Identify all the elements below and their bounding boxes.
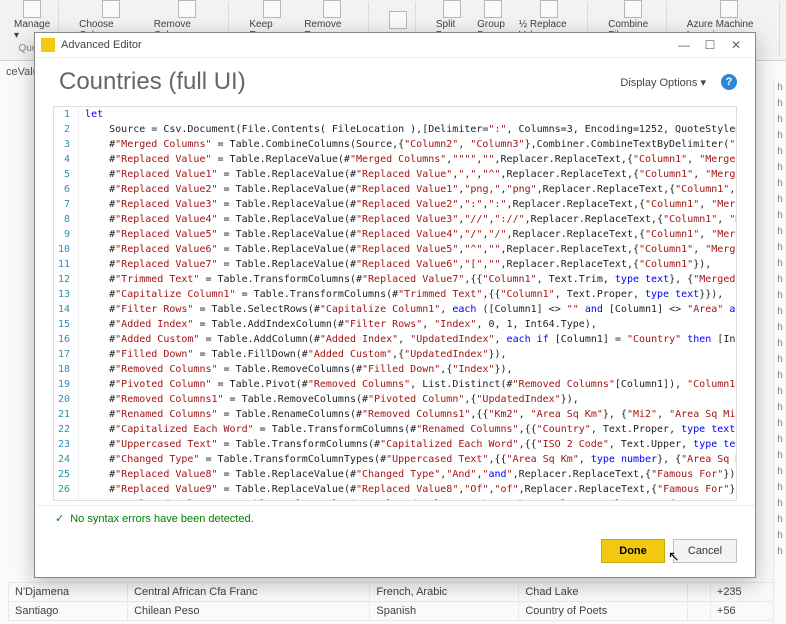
dialog-footer: Done Cancel [35,531,755,577]
code-line[interactable]: #"Replaced Value5" = Table.ReplaceValue(… [79,227,737,242]
code-line[interactable]: #"Replaced Value1" = Table.ReplaceValue(… [79,167,737,182]
code-line[interactable]: #"Capitalized Each Word" = Table.Transfo… [79,422,737,437]
code-line[interactable]: #"Removed Columns" = Table.RemoveColumns… [79,362,737,377]
line-number: 3 [54,137,79,152]
line-number: 23 [54,437,79,452]
line-number: 10 [54,242,79,257]
line-number: 24 [54,452,79,467]
code-line[interactable]: #"Trimmed Text" = Table.TransformColumns… [79,272,737,287]
line-number: 8 [54,212,79,227]
code-line[interactable]: #"Added Index" = Table.AddIndexColumn(#"… [79,317,737,332]
code-line[interactable]: #"Replaced Value7" = Table.ReplaceValue(… [79,257,737,272]
line-number: 11 [54,257,79,272]
line-number: 25 [54,467,79,482]
code-line[interactable]: #"Replaced Value3" = Table.ReplaceValue(… [79,197,737,212]
dialog-header: Countries (full UI) Display Options ▾ ? [35,58,755,102]
code-line[interactable]: #"Pivoted Column" = Table.Pivot(#"Remove… [79,377,737,392]
line-number: 9 [54,227,79,242]
line-number: 7 [54,197,79,212]
code-line[interactable]: #"Filter Rows" = Table.SelectRows(#"Capi… [79,302,737,317]
line-number: 6 [54,182,79,197]
code-line[interactable]: Source = Csv.Document(File.Contents( Fil… [79,122,737,137]
code-line[interactable]: #"Replaced Value9" = Table.ReplaceValue(… [79,482,737,497]
advanced-editor-dialog: Advanced Editor — ☐ ✕ Countries (full UI… [34,32,756,578]
query-title: Countries (full UI) [59,68,246,96]
titlebar-text: Advanced Editor [61,39,142,51]
line-number: 18 [54,362,79,377]
line-number: 19 [54,377,79,392]
done-button[interactable]: Done [601,539,665,563]
app-logo-icon [41,38,55,52]
minimize-button[interactable]: — [671,35,697,55]
code-line[interactable]: #"Replaced Value6" = Table.ReplaceValue(… [79,242,737,257]
code-line[interactable]: #"Merged Columns" = Table.CombineColumns… [79,137,737,152]
line-number: 22 [54,422,79,437]
line-number: 13 [54,287,79,302]
code-line[interactable]: let [79,107,737,122]
code-line[interactable]: #"Uppercased Text" = Table.TransformColu… [79,437,737,452]
line-number: 20 [54,392,79,407]
line-number: 14 [54,302,79,317]
line-number: 12 [54,272,79,287]
line-number: 27 [54,497,79,501]
line-number: 15 [54,317,79,332]
syntax-status: ✓ No syntax errors have been detected. [35,505,755,531]
code-line[interactable]: #"Capitalize Column1" = Table.TransformC… [79,287,737,302]
line-number: 16 [54,332,79,347]
code-line[interactable]: #"Added Custom" = Table.AddColumn(#"Adde… [79,332,737,347]
code-line[interactable]: #"Renamed Columns" = Table.RenameColumns… [79,407,737,422]
line-number: 4 [54,152,79,167]
maximize-button[interactable]: ☐ [697,35,723,55]
code-line[interactable]: #"Changed Type" = Table.TransformColumnT… [79,452,737,467]
line-number: 1 [54,107,79,122]
line-number: 2 [54,122,79,137]
code-line[interactable]: #"Replaced Value2" = Table.ReplaceValue(… [79,182,737,197]
line-number: 26 [54,482,79,497]
line-number: 5 [54,167,79,182]
line-number: 21 [54,407,79,422]
cancel-button[interactable]: Cancel [673,539,737,563]
line-number: 17 [54,347,79,362]
help-icon[interactable]: ? [721,74,737,90]
check-icon: ✓ [55,512,64,525]
code-line[interactable]: #"Replaced Value" = Table.ReplaceValue(#… [79,152,737,167]
code-line[interactable]: #"Filled Down" = Table.FillDown(#"Added … [79,347,737,362]
titlebar: Advanced Editor — ☐ ✕ [35,33,755,58]
code-line[interactable]: #"Replaced Value8" = Table.ReplaceValue(… [79,467,737,482]
code-editor[interactable]: 1let2 Source = Csv.Document(File.Content… [53,106,737,501]
display-options-dropdown[interactable]: Display Options ▾ [613,73,713,92]
close-button[interactable]: ✕ [723,35,749,55]
code-line[interactable]: #"Replaced Value4" = Table.ReplaceValue(… [79,212,737,227]
code-line[interactable]: #"Replaced Value10" = Table.ReplaceValue… [79,497,737,501]
code-line[interactable]: #"Removed Columns1" = Table.RemoveColumn… [79,392,737,407]
status-text: No syntax errors have been detected. [70,513,253,525]
